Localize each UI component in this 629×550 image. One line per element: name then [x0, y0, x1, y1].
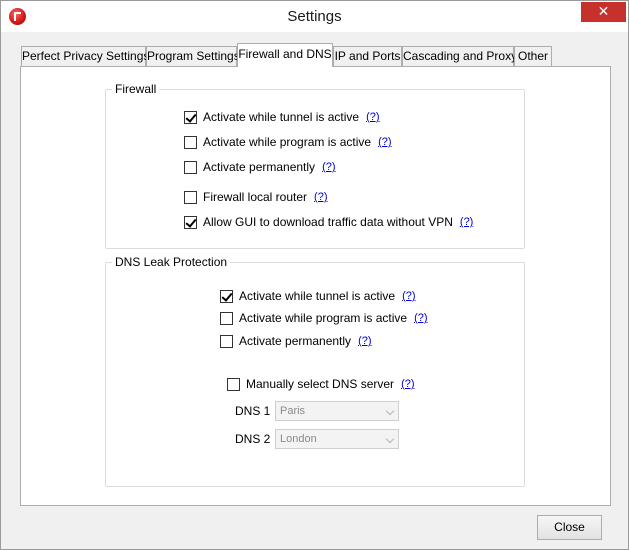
window-title: Settings — [287, 8, 342, 25]
manual-dns-checkbox-row[interactable]: Manually select DNS server (?) — [227, 376, 415, 392]
dns2-value: London — [280, 433, 317, 445]
firewall-option-label: Firewall local router — [203, 190, 308, 204]
manual-dns-checkbox[interactable] — [227, 377, 240, 391]
dns-help-link[interactable]: (?) — [402, 290, 415, 302]
dns2-label: DNS 2 — [235, 432, 271, 446]
close-button[interactable]: Close — [537, 515, 602, 540]
firewall-checkbox-1[interactable] — [184, 135, 197, 149]
dns-option-1[interactable]: Activate while program is active (?) — [220, 310, 428, 326]
firewall-option-3[interactable]: Firewall local router (?) — [184, 189, 328, 205]
chevron-down-icon — [385, 434, 395, 444]
dns1-select[interactable]: Paris — [275, 401, 399, 421]
firewall-checkbox-3[interactable] — [184, 190, 197, 204]
tab-ip-and-ports[interactable]: IP and Ports — [333, 46, 402, 66]
firewall-checkbox-4[interactable] — [184, 215, 197, 229]
dns1-label: DNS 1 — [235, 404, 271, 418]
firewall-option-0[interactable]: Activate while tunnel is active (?) — [184, 109, 380, 125]
tab-firewall-and-dns[interactable]: Firewall and DNS — [237, 43, 333, 67]
dns-leak-protection-group: DNS Leak Protection Activate while tunne… — [105, 255, 525, 487]
settings-window: Settings ✕ Perfect Privacy Settings Prog… — [0, 0, 629, 550]
title-bar: Settings ✕ — [1, 1, 628, 32]
manual-dns-label: Manually select DNS server — [246, 377, 395, 391]
tab-perfect-privacy-settings[interactable]: Perfect Privacy Settings — [21, 46, 149, 66]
dns-option-0[interactable]: Activate while tunnel is active (?) — [220, 288, 416, 304]
firewall-option-label: Activate while program is active — [203, 135, 372, 149]
firewall-option-4[interactable]: Allow GUI to download traffic data witho… — [184, 214, 473, 230]
dns-option-label: Activate while program is active — [239, 311, 408, 325]
firewall-option-1[interactable]: Activate while program is active (?) — [184, 134, 392, 150]
firewall-help-link[interactable]: (?) — [378, 136, 391, 148]
chevron-down-icon — [385, 406, 395, 416]
tab-cascading-and-proxy[interactable]: Cascading and Proxy — [402, 46, 517, 66]
dns2-select[interactable]: London — [275, 429, 399, 449]
dns-option-2[interactable]: Activate permanently (?) — [220, 333, 372, 349]
firewall-option-label: Activate while tunnel is active — [203, 110, 360, 124]
firewall-option-label: Allow GUI to download traffic data witho… — [203, 215, 453, 229]
dns-help-link[interactable]: (?) — [358, 335, 371, 347]
firewall-help-link[interactable]: (?) — [460, 216, 473, 228]
dns-checkbox-1[interactable] — [220, 311, 233, 325]
dns1-value: Paris — [280, 405, 306, 417]
tab-program-settings[interactable]: Program Settings — [146, 46, 240, 66]
dns-checkbox-2[interactable] — [220, 334, 233, 348]
dns-leak-protection-legend: DNS Leak Protection — [112, 255, 231, 269]
window-close-button[interactable]: ✕ — [581, 2, 626, 22]
firewall-help-link[interactable]: (?) — [366, 111, 379, 123]
tab-other[interactable]: Other — [514, 46, 552, 66]
manual-dns-help-link[interactable]: (?) — [401, 378, 414, 390]
firewall-dns-panel: Firewall Activate while tunnel is active… — [20, 66, 611, 506]
firewall-checkbox-0[interactable] — [184, 110, 197, 124]
firewall-group: Firewall Activate while tunnel is active… — [105, 82, 525, 249]
firewall-checkbox-2[interactable] — [184, 160, 197, 174]
firewall-option-label: Activate permanently — [203, 160, 316, 174]
firewall-help-link[interactable]: (?) — [314, 191, 327, 203]
dns-checkbox-0[interactable] — [220, 289, 233, 303]
dns-option-label: Activate while tunnel is active — [239, 289, 396, 303]
firewall-help-link[interactable]: (?) — [322, 161, 335, 173]
firewall-option-2[interactable]: Activate permanently (?) — [184, 159, 336, 175]
dns-option-label: Activate permanently — [239, 334, 352, 348]
dns-help-link[interactable]: (?) — [414, 312, 427, 324]
firewall-legend: Firewall — [112, 82, 160, 96]
